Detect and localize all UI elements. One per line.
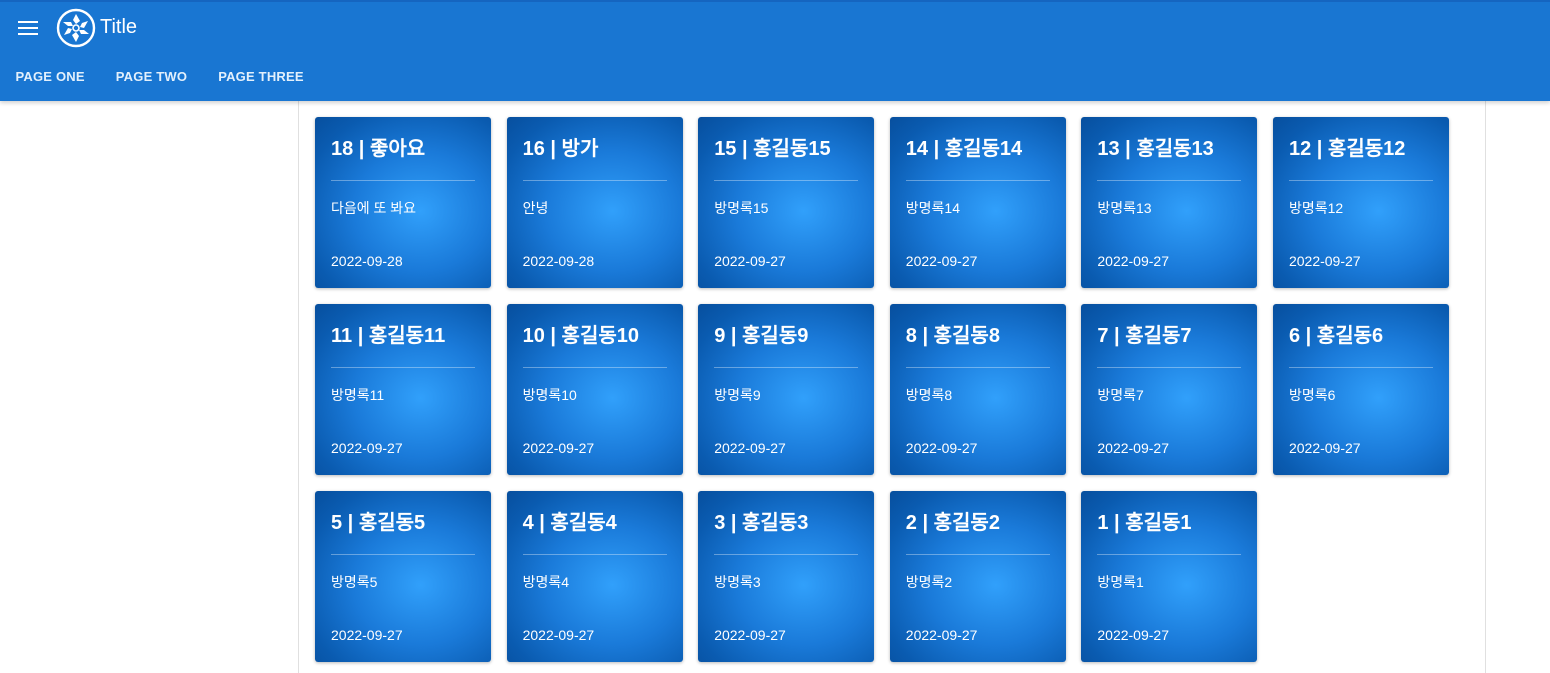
card-divider (905, 554, 1050, 555)
card-message: 방명록10 (522, 387, 577, 403)
card-date: 2022-09-27 (331, 440, 403, 456)
card-title: 13 | 홍길동13 (1097, 138, 1214, 160)
card-message: 방명록6 (1288, 387, 1336, 403)
card-date: 2022-09-27 (714, 440, 786, 456)
card-date: 2022-09-27 (905, 627, 978, 643)
card-divider (1097, 180, 1242, 181)
card-divider (522, 554, 667, 555)
card-title: 18 | 좋아요 (331, 138, 426, 160)
card-divider (905, 180, 1050, 181)
card-divider (331, 367, 475, 368)
guestbook-card[interactable]: 4 | 홍길동4 방명록4 2022-09-27 (506, 491, 683, 662)
card-message: 방명록2 (905, 574, 953, 590)
card-title: 3 | 홍길동3 (714, 512, 809, 534)
card-date: 2022-09-27 (522, 440, 595, 456)
card-divider (331, 180, 475, 181)
guestbook-card[interactable]: 13 | 홍길동13 방명록13 2022-09-27 (1081, 117, 1258, 288)
card-divider (522, 367, 667, 368)
card-title: 7 | 홍길동7 (1097, 325, 1192, 347)
card-divider (1097, 367, 1242, 368)
card-divider (331, 554, 475, 555)
guestbook-card[interactable]: 5 | 홍길동5 방명록5 2022-09-27 (315, 491, 491, 662)
card-title: 10 | 홍길동10 (522, 325, 639, 347)
card-date: 2022-09-28 (331, 253, 403, 269)
guestbook-card[interactable]: 11 | 홍길동11 방명록11 2022-09-27 (315, 304, 491, 475)
guestbook-card-grid: 18 | 좋아요 다음에 또 봐요 2022-09-28 16 | 방가 안녕 … (315, 117, 1449, 662)
card-message: 방명록3 (714, 574, 761, 590)
card-message: 방명록5 (331, 574, 378, 590)
card-date: 2022-09-27 (1288, 253, 1361, 269)
card-divider (905, 367, 1050, 368)
card-message: 방명록7 (1097, 387, 1144, 403)
card-title: 8 | 홍길동8 (905, 325, 1000, 347)
card-title: 9 | 홍길동9 (714, 325, 809, 347)
card-date: 2022-09-27 (714, 253, 786, 269)
guestbook-card[interactable]: 10 | 홍길동10 방명록10 2022-09-27 (506, 304, 683, 475)
card-divider (522, 180, 667, 181)
card-divider (714, 180, 859, 181)
card-title: 6 | 홍길동6 (1288, 325, 1384, 347)
tab-page-two[interactable]: PAGE TWO (100, 52, 202, 101)
card-title: 14 | 홍길동14 (905, 138, 1023, 160)
card-title: 11 | 홍길동11 (331, 325, 446, 347)
card-message: 방명록1 (1097, 574, 1144, 590)
guestbook-card[interactable]: 15 | 홍길동15 방명록15 2022-09-27 (698, 117, 875, 288)
card-message: 방명록14 (905, 200, 960, 216)
card-date: 2022-09-27 (522, 627, 595, 643)
card-divider (714, 554, 859, 555)
toolbar: Title (0, 2, 1550, 52)
app-bar: Title PAGE ONE PAGE TWO PAGE THREE (0, 0, 1550, 101)
card-message: 안녕 (522, 200, 549, 216)
guestbook-card[interactable]: 12 | 홍길동12 방명록12 2022-09-27 (1272, 117, 1449, 288)
card-message: 다음에 또 봐요 (331, 200, 417, 216)
guestbook-card[interactable]: 2 | 홍길동2 방명록2 2022-09-27 (889, 491, 1066, 662)
card-divider (1288, 367, 1433, 368)
card-date: 2022-09-27 (1097, 627, 1169, 643)
card-divider (714, 367, 859, 368)
card-message: 방명록11 (331, 387, 385, 403)
card-date: 2022-09-27 (905, 253, 978, 269)
guestbook-card[interactable]: 14 | 홍길동14 방명록14 2022-09-27 (889, 117, 1066, 288)
card-title: 5 | 홍길동5 (331, 512, 426, 534)
card-title: 15 | 홍길동15 (714, 138, 831, 160)
logo-icon (56, 8, 96, 48)
guestbook-card[interactable]: 6 | 홍길동6 방명록6 2022-09-27 (1272, 304, 1449, 475)
card-date: 2022-09-27 (1097, 440, 1169, 456)
guestbook-card[interactable]: 1 | 홍길동1 방명록1 2022-09-27 (1081, 491, 1258, 662)
card-title: 2 | 홍길동2 (905, 512, 1000, 534)
card-date: 2022-09-28 (522, 253, 595, 269)
card-message: 방명록15 (714, 200, 769, 216)
card-message: 방명록9 (714, 387, 761, 403)
guestbook-card[interactable]: 9 | 홍길동9 방명록9 2022-09-27 (698, 304, 875, 475)
guestbook-card[interactable]: 16 | 방가 안녕 2022-09-28 (506, 117, 683, 288)
tab-page-one[interactable]: PAGE ONE (0, 52, 100, 101)
card-title: 4 | 홍길동4 (522, 512, 617, 534)
guestbook-card[interactable]: 8 | 홍길동8 방명록8 2022-09-27 (889, 304, 1066, 475)
card-date: 2022-09-27 (1097, 253, 1169, 269)
card-date: 2022-09-27 (714, 627, 786, 643)
card-message: 방명록8 (905, 387, 953, 403)
card-message: 방명록4 (522, 574, 570, 590)
card-date: 2022-09-27 (905, 440, 978, 456)
card-title: 16 | 방가 (522, 138, 599, 160)
card-divider (1097, 554, 1242, 555)
nav-tabs: PAGE ONE PAGE TWO PAGE THREE (0, 52, 319, 101)
guestbook-card[interactable]: 18 | 좋아요 다음에 또 봐요 2022-09-28 (315, 117, 491, 288)
card-message: 방명록12 (1288, 200, 1344, 216)
card-title: 12 | 홍길동12 (1288, 138, 1406, 160)
card-date: 2022-09-27 (1288, 440, 1361, 456)
guestbook-card[interactable]: 3 | 홍길동3 방명록3 2022-09-27 (698, 491, 875, 662)
card-date: 2022-09-27 (331, 627, 403, 643)
menu-icon (18, 21, 38, 35)
app-title: Title (100, 16, 138, 38)
tab-page-three[interactable]: PAGE THREE (203, 52, 320, 101)
card-title: 1 | 홍길동1 (1097, 512, 1192, 534)
menu-button[interactable] (14, 14, 42, 42)
card-divider (1288, 180, 1433, 181)
card-message: 방명록13 (1097, 200, 1152, 216)
guestbook-card[interactable]: 7 | 홍길동7 방명록7 2022-09-27 (1081, 304, 1258, 475)
